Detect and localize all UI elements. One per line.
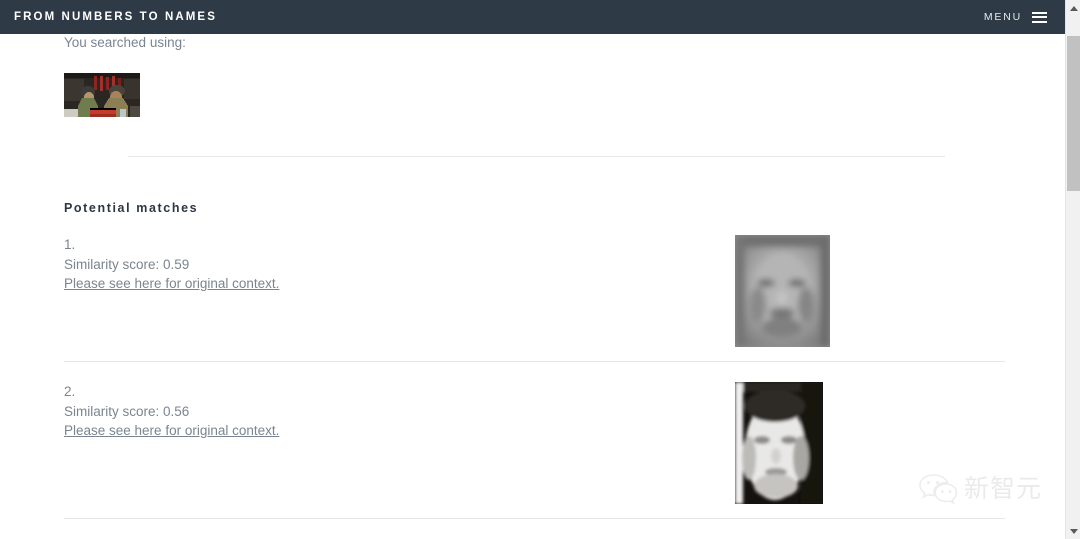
match-index: 2. <box>64 384 76 399</box>
section-divider <box>128 156 945 157</box>
match-row: 1. Similarity score: 0.59 Please see her… <box>64 215 1005 361</box>
original-context-link[interactable]: Please see here for original context. <box>64 274 279 294</box>
match-index: 1. <box>64 237 76 252</box>
match-row: 3. Similarity score: 0.53 Please see her… <box>64 518 1005 539</box>
query-image-wrap <box>64 73 1005 117</box>
match-similarity-score: Similarity score: 0.56 <box>64 403 190 419</box>
hamburger-bar <box>1032 20 1047 23</box>
scroll-thumb[interactable] <box>1067 36 1080 191</box>
match-thumbnail-cell <box>734 235 1005 347</box>
match-face-image[interactable] <box>735 235 830 347</box>
searched-using-label: You searched using: <box>64 35 186 50</box>
matches-list: 1. Similarity score: 0.59 Please see her… <box>64 215 1005 539</box>
original-context-link[interactable]: Please see here for original context. <box>64 421 279 441</box>
scroll-up-arrow[interactable] <box>1066 0 1080 16</box>
menu-button[interactable]: MENU <box>984 11 1047 23</box>
page-scrollbar[interactable] <box>1065 0 1080 539</box>
match-details: 1. Similarity score: 0.59 Please see her… <box>64 235 279 294</box>
match-face-image[interactable] <box>735 382 823 504</box>
hamburger-icon[interactable] <box>1032 11 1047 23</box>
match-row: 2. Similarity score: 0.56 Please see her… <box>64 361 1005 518</box>
page-content: You searched using: Potential matches 1.… <box>0 34 1065 539</box>
hamburger-bar <box>1032 16 1047 18</box>
potential-matches-heading: Potential matches <box>64 201 199 215</box>
match-details: 2. Similarity score: 0.56 Please see her… <box>64 382 279 441</box>
scroll-down-arrow[interactable] <box>1066 523 1080 539</box>
content-inner: You searched using: Potential matches 1.… <box>0 34 1065 539</box>
hamburger-bar <box>1032 11 1047 14</box>
query-thumbnail[interactable] <box>64 73 140 117</box>
menu-label: MENU <box>983 11 1022 23</box>
site-title: FROM NUMBERS TO NAMES <box>14 11 217 23</box>
site-header: FROM NUMBERS TO NAMES MENU <box>0 0 1065 34</box>
page-viewport: FROM NUMBERS TO NAMES MENU You searched … <box>0 0 1065 539</box>
match-thumbnail-cell <box>734 382 1005 504</box>
match-similarity-score: Similarity score: 0.59 <box>64 256 190 272</box>
